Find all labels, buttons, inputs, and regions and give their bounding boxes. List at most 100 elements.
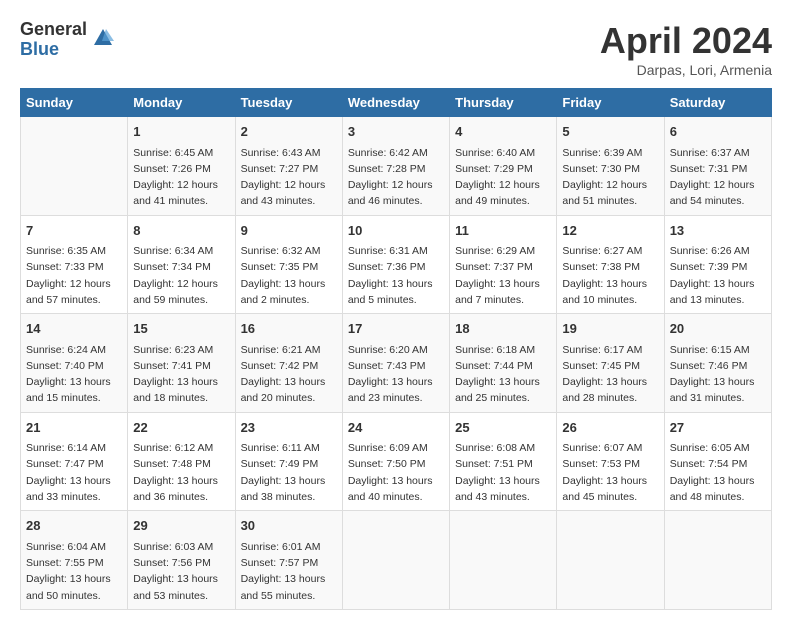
- day-cell: 5 Sunrise: 6:39 AMSunset: 7:30 PMDaylight…: [557, 117, 664, 216]
- day-number: 11: [455, 221, 551, 241]
- day-cell: 30 Sunrise: 6:01 AMSunset: 7:57 PMDayligh…: [235, 511, 342, 610]
- day-number: 8: [133, 221, 229, 241]
- cell-content: Sunrise: 6:15 AMSunset: 7:46 PMDaylight:…: [670, 342, 766, 407]
- cell-content: Sunrise: 6:27 AMSunset: 7:38 PMDaylight:…: [562, 243, 658, 308]
- day-cell: 19 Sunrise: 6:17 AMSunset: 7:45 PMDayligh…: [557, 314, 664, 413]
- cell-content: Sunrise: 6:31 AMSunset: 7:36 PMDaylight:…: [348, 243, 444, 308]
- day-number: 30: [241, 516, 337, 536]
- week-row-3: 14 Sunrise: 6:24 AMSunset: 7:40 PMDayligh…: [21, 314, 772, 413]
- weekday-header-saturday: Saturday: [664, 89, 771, 117]
- day-cell: 2 Sunrise: 6:43 AMSunset: 7:27 PMDaylight…: [235, 117, 342, 216]
- day-cell: 21Sunrise: 6:14 AMSunset: 7:47 PMDayligh…: [21, 412, 128, 511]
- page-header: General Blue April 2024 Darpas, Lori, Ar…: [20, 20, 772, 78]
- day-number: 18: [455, 319, 551, 339]
- day-number: 3: [348, 122, 444, 142]
- day-cell: 29 Sunrise: 6:03 AMSunset: 7:56 PMDayligh…: [128, 511, 235, 610]
- day-number: 13: [670, 221, 766, 241]
- day-cell: 26Sunrise: 6:07 AMSunset: 7:53 PMDayligh…: [557, 412, 664, 511]
- day-number: 12: [562, 221, 658, 241]
- day-cell: [21, 117, 128, 216]
- day-number: 16: [241, 319, 337, 339]
- cell-content: Sunrise: 6:42 AMSunset: 7:28 PMDaylight:…: [348, 145, 444, 210]
- day-cell: 10Sunrise: 6:31 AMSunset: 7:36 PMDayligh…: [342, 215, 449, 314]
- day-number: 19: [562, 319, 658, 339]
- day-number: 29: [133, 516, 229, 536]
- day-number: 5: [562, 122, 658, 142]
- cell-content: Sunrise: 6:17 AMSunset: 7:45 PMDaylight:…: [562, 342, 658, 407]
- day-cell: 13Sunrise: 6:26 AMSunset: 7:39 PMDayligh…: [664, 215, 771, 314]
- day-number: 26: [562, 418, 658, 438]
- day-cell: 14 Sunrise: 6:24 AMSunset: 7:40 PMDayligh…: [21, 314, 128, 413]
- weekday-header-row: SundayMondayTuesdayWednesdayThursdayFrid…: [21, 89, 772, 117]
- day-cell: [664, 511, 771, 610]
- cell-content: Sunrise: 6:11 AMSunset: 7:49 PMDaylight:…: [241, 440, 337, 505]
- cell-content: Sunrise: 6:29 AMSunset: 7:37 PMDaylight:…: [455, 243, 551, 308]
- weekday-header-thursday: Thursday: [450, 89, 557, 117]
- day-number: 2: [241, 122, 337, 142]
- cell-content: Sunrise: 6:32 AMSunset: 7:35 PMDaylight:…: [241, 243, 337, 308]
- day-cell: 9Sunrise: 6:32 AMSunset: 7:35 PMDaylight…: [235, 215, 342, 314]
- day-cell: 22Sunrise: 6:12 AMSunset: 7:48 PMDayligh…: [128, 412, 235, 511]
- cell-content: Sunrise: 6:26 AMSunset: 7:39 PMDaylight:…: [670, 243, 766, 308]
- cell-content: Sunrise: 6:12 AMSunset: 7:48 PMDaylight:…: [133, 440, 229, 505]
- day-cell: 15 Sunrise: 6:23 AMSunset: 7:41 PMDayligh…: [128, 314, 235, 413]
- title-area: April 2024 Darpas, Lori, Armenia: [600, 20, 772, 78]
- cell-content: Sunrise: 6:37 AMSunset: 7:31 PMDaylight:…: [670, 145, 766, 210]
- cell-content: Sunrise: 6:09 AMSunset: 7:50 PMDaylight:…: [348, 440, 444, 505]
- cell-content: Sunrise: 6:03 AMSunset: 7:56 PMDaylight:…: [133, 539, 229, 604]
- day-number: 14: [26, 319, 122, 339]
- cell-content: Sunrise: 6:01 AMSunset: 7:57 PMDaylight:…: [241, 539, 337, 604]
- day-number: 28: [26, 516, 122, 536]
- week-row-1: 1 Sunrise: 6:45 AMSunset: 7:26 PMDaylight…: [21, 117, 772, 216]
- cell-content: Sunrise: 6:21 AMSunset: 7:42 PMDaylight:…: [241, 342, 337, 407]
- day-cell: 20Sunrise: 6:15 AMSunset: 7:46 PMDayligh…: [664, 314, 771, 413]
- weekday-header-friday: Friday: [557, 89, 664, 117]
- day-number: 17: [348, 319, 444, 339]
- day-cell: 18 Sunrise: 6:18 AMSunset: 7:44 PMDayligh…: [450, 314, 557, 413]
- day-number: 7: [26, 221, 122, 241]
- day-cell: 24Sunrise: 6:09 AMSunset: 7:50 PMDayligh…: [342, 412, 449, 511]
- logo: General Blue: [20, 20, 114, 60]
- day-cell: 3 Sunrise: 6:42 AMSunset: 7:28 PMDaylight…: [342, 117, 449, 216]
- day-cell: 1 Sunrise: 6:45 AMSunset: 7:26 PMDaylight…: [128, 117, 235, 216]
- logo-blue: Blue: [20, 40, 87, 60]
- day-cell: 25Sunrise: 6:08 AMSunset: 7:51 PMDayligh…: [450, 412, 557, 511]
- day-number: 1: [133, 122, 229, 142]
- day-number: 25: [455, 418, 551, 438]
- cell-content: Sunrise: 6:23 AMSunset: 7:41 PMDaylight:…: [133, 342, 229, 407]
- location: Darpas, Lori, Armenia: [600, 62, 772, 78]
- cell-content: Sunrise: 6:24 AMSunset: 7:40 PMDaylight:…: [26, 342, 122, 407]
- day-cell: [450, 511, 557, 610]
- day-cell: 16 Sunrise: 6:21 AMSunset: 7:42 PMDayligh…: [235, 314, 342, 413]
- day-number: 22: [133, 418, 229, 438]
- day-cell: 12Sunrise: 6:27 AMSunset: 7:38 PMDayligh…: [557, 215, 664, 314]
- day-number: 27: [670, 418, 766, 438]
- weekday-header-tuesday: Tuesday: [235, 89, 342, 117]
- month-title: April 2024: [600, 20, 772, 62]
- day-cell: 27Sunrise: 6:05 AMSunset: 7:54 PMDayligh…: [664, 412, 771, 511]
- cell-content: Sunrise: 6:04 AMSunset: 7:55 PMDaylight:…: [26, 539, 122, 604]
- cell-content: Sunrise: 6:08 AMSunset: 7:51 PMDaylight:…: [455, 440, 551, 505]
- cell-content: Sunrise: 6:34 AMSunset: 7:34 PMDaylight:…: [133, 243, 229, 308]
- cell-content: Sunrise: 6:18 AMSunset: 7:44 PMDaylight:…: [455, 342, 551, 407]
- logo-icon: [92, 27, 114, 49]
- weekday-header-wednesday: Wednesday: [342, 89, 449, 117]
- day-cell: 11Sunrise: 6:29 AMSunset: 7:37 PMDayligh…: [450, 215, 557, 314]
- calendar-table: SundayMondayTuesdayWednesdayThursdayFrid…: [20, 88, 772, 610]
- cell-content: Sunrise: 6:14 AMSunset: 7:47 PMDaylight:…: [26, 440, 122, 505]
- day-number: 24: [348, 418, 444, 438]
- cell-content: Sunrise: 6:40 AMSunset: 7:29 PMDaylight:…: [455, 145, 551, 210]
- day-number: 15: [133, 319, 229, 339]
- cell-content: Sunrise: 6:20 AMSunset: 7:43 PMDaylight:…: [348, 342, 444, 407]
- day-number: 6: [670, 122, 766, 142]
- logo-general: General: [20, 20, 87, 40]
- cell-content: Sunrise: 6:43 AMSunset: 7:27 PMDaylight:…: [241, 145, 337, 210]
- cell-content: Sunrise: 6:05 AMSunset: 7:54 PMDaylight:…: [670, 440, 766, 505]
- cell-content: Sunrise: 6:45 AMSunset: 7:26 PMDaylight:…: [133, 145, 229, 210]
- day-cell: [557, 511, 664, 610]
- week-row-2: 7Sunrise: 6:35 AMSunset: 7:33 PMDaylight…: [21, 215, 772, 314]
- cell-content: Sunrise: 6:07 AMSunset: 7:53 PMDaylight:…: [562, 440, 658, 505]
- day-cell: 8Sunrise: 6:34 AMSunset: 7:34 PMDaylight…: [128, 215, 235, 314]
- cell-content: Sunrise: 6:39 AMSunset: 7:30 PMDaylight:…: [562, 145, 658, 210]
- weekday-header-monday: Monday: [128, 89, 235, 117]
